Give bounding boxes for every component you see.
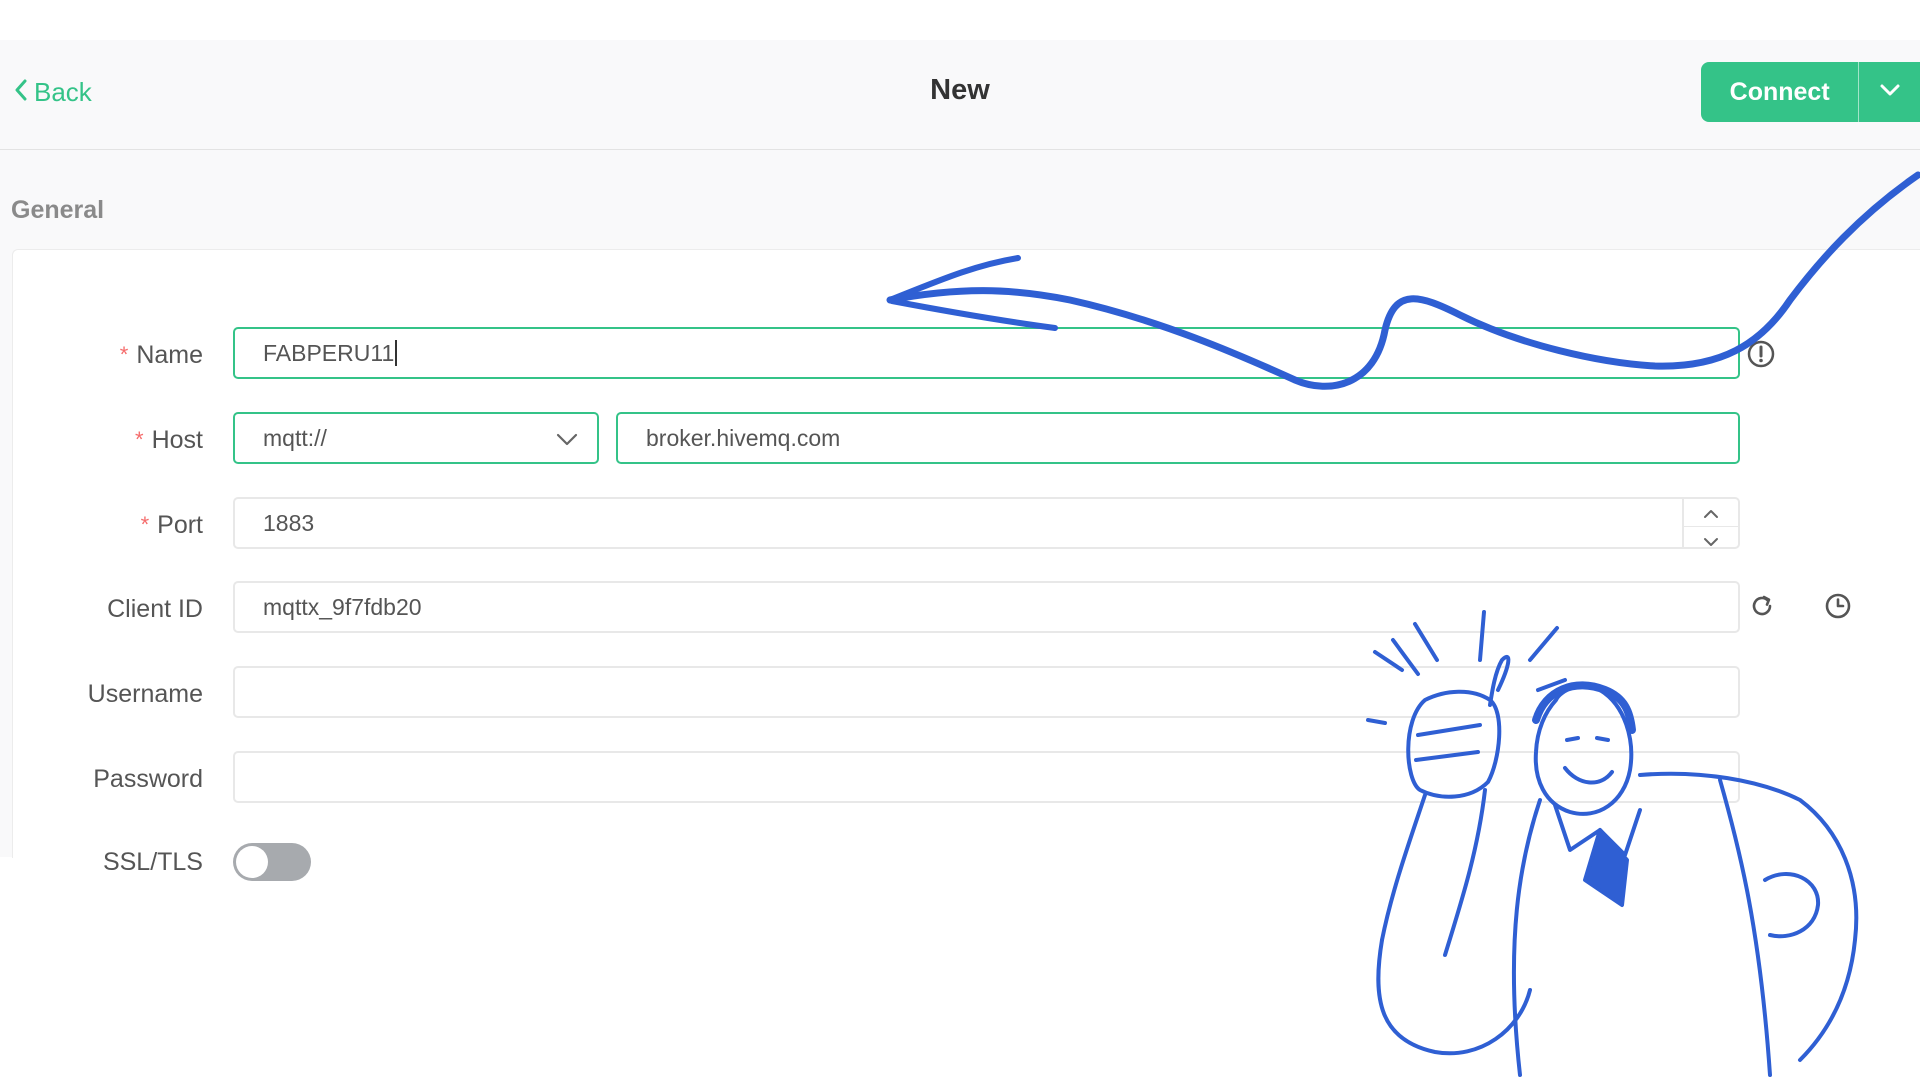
username-input[interactable] <box>233 666 1740 718</box>
port-decrement-button[interactable] <box>1684 526 1738 554</box>
body <box>1376 938 1532 1056</box>
ssl-row: SSL/TLS <box>13 834 1920 881</box>
host-input-value: broker.hivemq.com <box>646 424 841 451</box>
toggle-knob <box>236 846 268 878</box>
name-row: * Name FABPERU11 <box>13 327 1920 383</box>
name-input[interactable]: FABPERU11 <box>233 327 1740 379</box>
client-id-label-text: Client ID <box>107 594 203 623</box>
ssl-label: SSL/TLS <box>103 834 203 890</box>
header-bar: Back New Connect <box>0 40 1920 150</box>
client-id-input-value: mqttx_9f7fdb20 <box>263 593 422 620</box>
protocol-select[interactable]: mqtt:// <box>233 412 599 464</box>
required-marker: * <box>140 512 150 537</box>
host-label-text: Host <box>151 425 203 454</box>
chevron-down-icon <box>1703 527 1719 554</box>
username-row: Username <box>13 666 1920 722</box>
client-id-input[interactable]: mqttx_9f7fdb20 <box>233 581 1740 633</box>
port-input-value: 1883 <box>263 509 315 536</box>
port-row: * Port 1883 <box>13 497 1920 553</box>
client-id-label: Client ID <box>107 581 203 637</box>
text-cursor <box>395 340 398 366</box>
name-label: * Name <box>120 327 203 383</box>
port-label: * Port <box>141 497 203 553</box>
protocol-select-value: mqtt:// <box>263 424 327 451</box>
page-title: New <box>930 74 990 106</box>
general-settings-card: * Name FABPERU11 * Host mqtt:// broker.h… <box>12 249 1920 881</box>
clock-icon[interactable] <box>1823 591 1853 626</box>
required-marker: * <box>119 342 129 367</box>
info-icon[interactable] <box>1746 339 1776 374</box>
client-id-row: Client ID mqttx_9f7fdb20 <box>13 581 1920 637</box>
password-row: Password <box>13 751 1920 807</box>
host-input[interactable]: broker.hivemq.com <box>616 412 1740 464</box>
connect-button[interactable]: Connect <box>1701 62 1858 122</box>
port-label-text: Port <box>157 510 203 539</box>
password-label: Password <box>93 751 203 807</box>
chevron-down-icon <box>1879 83 1901 102</box>
password-input[interactable] <box>233 751 1740 803</box>
name-input-value: FABPERU11 <box>263 339 395 366</box>
name-label-text: Name <box>136 340 203 369</box>
chevron-up-icon <box>1703 499 1719 526</box>
chevron-down-icon <box>555 428 579 455</box>
ssl-toggle[interactable] <box>233 843 311 881</box>
password-label-text: Password <box>93 764 203 793</box>
port-input[interactable]: 1883 <box>233 497 1740 549</box>
port-increment-button[interactable] <box>1684 499 1738 526</box>
required-marker: * <box>135 427 144 452</box>
host-label: * Host <box>135 412 203 468</box>
connect-button-group: Connect <box>1701 62 1920 122</box>
hip-hand <box>1763 872 1821 939</box>
ssl-label-text: SSL/TLS <box>102 847 203 876</box>
section-title-general: General <box>11 196 105 224</box>
port-stepper <box>1682 499 1738 547</box>
username-label-text: Username <box>87 679 203 708</box>
username-label: Username <box>88 666 203 722</box>
host-row: * Host mqtt:// broker.hivemq.com <box>13 412 1920 468</box>
connect-dropdown-button[interactable] <box>1858 62 1920 122</box>
mqtt-client-app: Back New Connect General * Name FABPERU1… <box>0 40 1920 881</box>
refresh-icon[interactable] <box>1747 591 1777 626</box>
